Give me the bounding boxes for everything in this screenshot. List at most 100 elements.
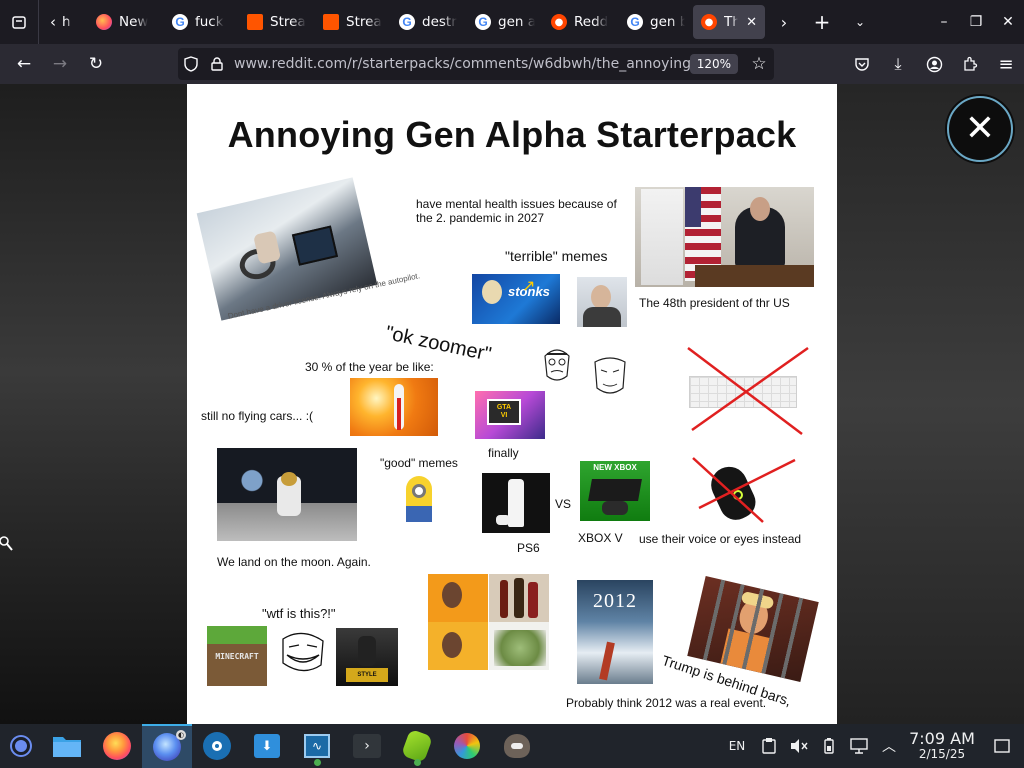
zoom-level-badge[interactable]: 120%: [689, 54, 738, 74]
soundcloud-icon: [247, 14, 263, 30]
gallery-app-icon[interactable]: [392, 724, 442, 768]
gta-vi-cover: GTA VI: [475, 391, 545, 439]
stonks-meme-image: stonks ↗: [472, 274, 560, 324]
tab-overview-icon[interactable]: [0, 0, 38, 44]
gimp-icon[interactable]: [492, 724, 542, 768]
reload-icon[interactable]: ↻: [78, 48, 114, 80]
chevron-left-icon[interactable]: ‹: [50, 13, 56, 31]
system-tray: EN ︿ 7:09 AM 2/15/25: [720, 724, 1024, 768]
tab-list-icon[interactable]: ⌄: [841, 0, 879, 44]
file-manager-icon[interactable]: [42, 724, 92, 768]
shield-icon[interactable]: [178, 56, 204, 72]
tab-label: Th: [724, 14, 739, 30]
trollface-image: [277, 629, 327, 677]
chevron-up-icon[interactable]: ︿: [874, 736, 904, 756]
back-arrow-icon[interactable]: ←: [6, 48, 42, 80]
rickroll-photo: [577, 277, 627, 327]
forward-arrow-icon[interactable]: →: [42, 48, 78, 80]
new-tab-icon[interactable]: +: [803, 0, 841, 44]
caption-finally: finally: [488, 446, 519, 460]
crossed-out-gaming-mouse: [691, 456, 801, 526]
tab-label: Redd: [574, 14, 609, 30]
drake-meme-image: [428, 574, 549, 670]
moon-landing-photo: [217, 448, 357, 541]
new-xbox-image: NEW XBOX: [580, 461, 650, 521]
caption-heat: 30 % of the year be like:: [305, 360, 434, 374]
tab-label: gen a: [498, 14, 535, 30]
navigation-toolbar: ← → ↻ www.reddit.com/r/starterpacks/comm…: [0, 44, 1024, 84]
caption-ps6: PS6: [517, 541, 540, 555]
discover-store-icon[interactable]: ⬇: [242, 724, 292, 768]
account-icon[interactable]: [916, 44, 952, 84]
doomer-face-drawing: [587, 354, 633, 398]
url-text[interactable]: www.reddit.com/r/starterpacks/comments/w…: [230, 56, 690, 72]
tab-item[interactable]: G gen b: [619, 5, 693, 39]
volume-muted-icon[interactable]: [784, 738, 814, 754]
firefox-nightly-taskbar-icon[interactable]: ◐: [142, 724, 192, 768]
tab-label: Strea: [270, 14, 306, 30]
image-lightbox: Annoying Gen Alpha Starterpack Dont have…: [0, 84, 1024, 724]
caption-voice: use their voice or eyes instead: [639, 532, 802, 546]
tab-item[interactable]: G fuck: [164, 5, 239, 39]
terminal-icon[interactable]: ›: [342, 724, 392, 768]
tab-item[interactable]: G gen a: [467, 5, 543, 39]
close-window-icon[interactable]: ✕: [992, 0, 1024, 44]
google-icon: G: [399, 14, 415, 30]
tab-item[interactable]: G destr: [391, 5, 467, 39]
system-monitor-icon[interactable]: ∿: [292, 724, 342, 768]
firefox-icon: [96, 14, 112, 30]
lock-icon[interactable]: [204, 57, 230, 71]
tab-label: h: [62, 14, 71, 30]
caption-mental-health: have mental health issues because of the…: [416, 197, 617, 225]
google-icon: G: [172, 14, 188, 30]
pocket-icon[interactable]: [844, 44, 880, 84]
clock-time: 7:09 AM: [909, 729, 975, 749]
caption-wtf: "wtf is this?!": [262, 606, 336, 621]
minecraft-text: MINECRAFT: [215, 652, 259, 661]
tab-item[interactable]: Strea: [315, 5, 391, 39]
bookmark-star-icon[interactable]: ☆: [744, 54, 774, 74]
clock-date: 2/15/25: [918, 747, 966, 762]
network-icon[interactable]: [844, 738, 874, 754]
battery-icon[interactable]: [814, 738, 844, 754]
caption-vs: VS: [555, 497, 572, 511]
clipboard-icon[interactable]: [754, 738, 784, 754]
tab-item[interactable]: Strea: [239, 5, 315, 39]
tab-item[interactable]: New: [88, 5, 164, 39]
firefox-taskbar-icon[interactable]: [92, 724, 142, 768]
close-lightbox-button[interactable]: ✕: [947, 96, 1013, 162]
clock[interactable]: 7:09 AM 2/15/25: [904, 729, 980, 762]
tab-label: destr: [422, 14, 457, 30]
extensions-icon[interactable]: [952, 44, 988, 84]
meme-title: Annoying Gen Alpha Starterpack: [227, 114, 797, 155]
president-photo: [635, 187, 814, 287]
tab-strip: ‹ h New G fuck Strea Strea G destr G gen…: [0, 0, 1024, 44]
tab-item[interactable]: ● Redd: [543, 5, 619, 39]
download-icon[interactable]: ⤓: [880, 44, 916, 84]
soundcloud-icon: [323, 14, 339, 30]
tab-label: fuck: [195, 14, 224, 30]
tab-item-active[interactable]: ● Th ✕: [693, 5, 765, 39]
close-icon: ✕: [964, 108, 996, 149]
gangnam-style-image: STYLE: [336, 628, 398, 686]
caption-good-memes: "good" memes: [380, 456, 458, 470]
tab-item[interactable]: ‹ h: [42, 5, 88, 39]
tab-close-icon[interactable]: ✕: [746, 15, 757, 30]
app-launcher-icon[interactable]: [0, 724, 42, 768]
zoom-cursor-icon: [0, 535, 14, 553]
chevron-right-icon[interactable]: ›: [765, 0, 803, 44]
starterpack-image: Annoying Gen Alpha Starterpack Dont have…: [187, 84, 837, 724]
url-bar[interactable]: www.reddit.com/r/starterpacks/comments/w…: [178, 48, 774, 80]
window-controls: – ❐ ✕: [928, 0, 1024, 44]
minimize-icon[interactable]: –: [928, 0, 960, 44]
maximize-icon[interactable]: ❐: [960, 0, 992, 44]
caption-2012-real-event: Probably think 2012 was a real event.: [566, 696, 767, 710]
steam-icon[interactable]: [192, 724, 242, 768]
color-sphere-app-icon[interactable]: [442, 724, 492, 768]
caption-terrible-memes: "terrible" memes: [505, 248, 608, 264]
menu-icon[interactable]: ≡: [988, 44, 1024, 84]
show-desktop-icon[interactable]: [980, 739, 1024, 753]
keyboard-layout-indicator[interactable]: EN: [720, 739, 754, 753]
blurred-backdrop-left: [0, 84, 187, 724]
google-icon: G: [475, 14, 491, 30]
